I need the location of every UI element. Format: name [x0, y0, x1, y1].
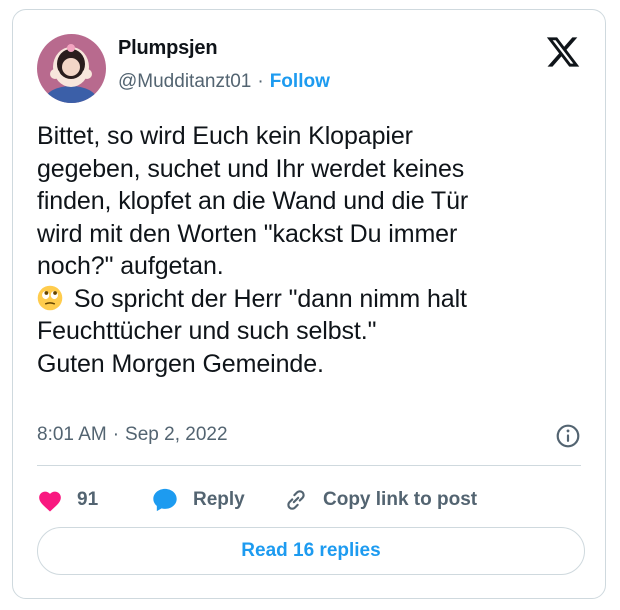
link-icon — [287, 490, 305, 510]
tweet-actions: 91 Reply Copy link to post — [37, 480, 597, 520]
info-icon[interactable] — [555, 423, 581, 449]
tweet-text: Bittet, so wird Euch kein Klopapier gege… — [37, 120, 597, 380]
meta-separator: · — [112, 424, 120, 445]
follow-button[interactable]: Follow — [270, 71, 330, 92]
like-count: 91 — [77, 489, 99, 510]
heart-icon — [39, 491, 61, 512]
tweet-date: Sep 2, 2022 — [125, 424, 228, 445]
tweet-time: 8:01 AM — [37, 424, 107, 445]
tweet-text-part-2: So spricht der Herr "dann nimm halt Feuc… — [37, 284, 467, 378]
rolling-eyes-emoji-icon — [37, 285, 63, 310]
author-handle-row: @Mudditanzt01 · Follow — [118, 71, 330, 93]
read-replies-button[interactable]: Read 16 replies — [37, 527, 585, 575]
cartoon-avatar-icon — [37, 34, 106, 103]
author-handle[interactable]: @Mudditanzt01 — [118, 71, 251, 92]
reply-button[interactable]: Reply — [151, 480, 245, 520]
copy-link-button[interactable]: Copy link to post — [283, 480, 477, 520]
tweet-timestamp[interactable]: 8:01 AM · Sep 2, 2022 — [37, 424, 228, 446]
reply-bubble-icon — [153, 488, 177, 512]
copy-link-label: Copy link to post — [323, 489, 478, 510]
reply-label: Reply — [193, 489, 245, 510]
separator-dot: · — [257, 71, 264, 92]
divider — [37, 465, 581, 466]
x-logo-icon[interactable] — [545, 34, 581, 70]
like-button[interactable]: 91 — [37, 480, 98, 520]
avatar[interactable] — [37, 34, 106, 103]
tweet-card: Plumpsjen @Mudditanzt01 · Follow Bittet, s… — [12, 9, 606, 599]
author-name[interactable]: Plumpsjen — [118, 37, 218, 60]
tweet-text-part-1: Bittet, so wird Euch kein Klopapier gege… — [37, 122, 469, 280]
